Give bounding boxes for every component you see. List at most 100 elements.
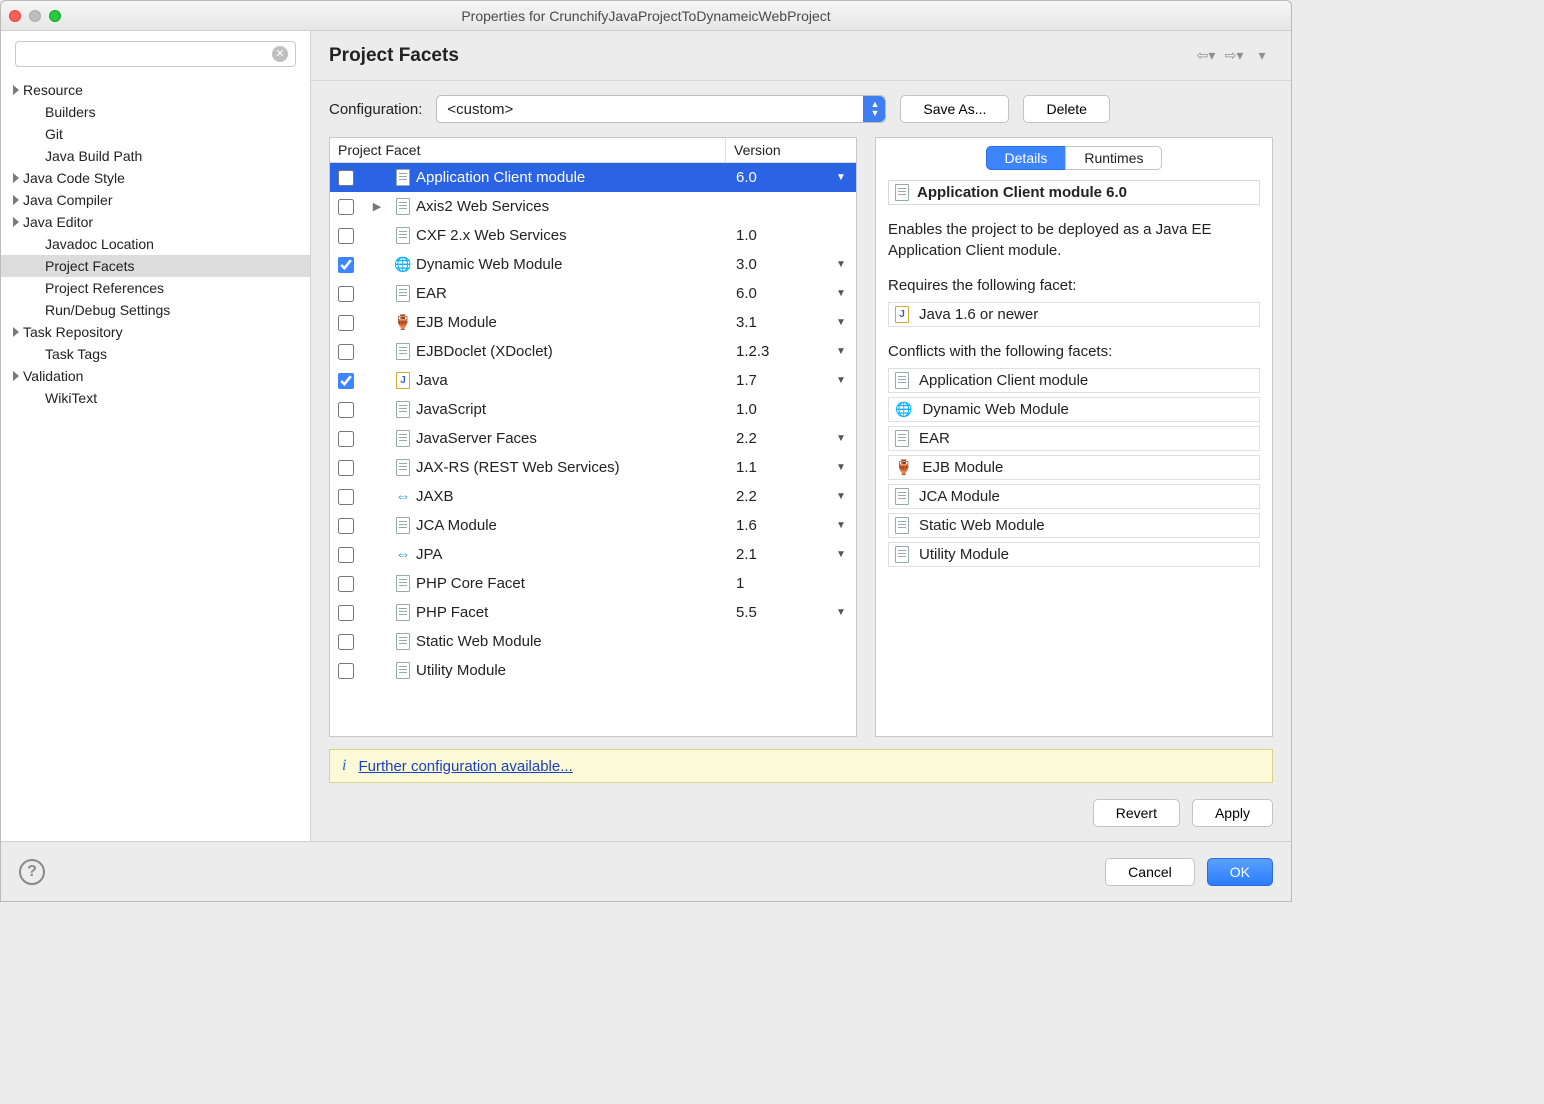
delete-button[interactable]: Delete [1023,95,1109,123]
cancel-button[interactable]: Cancel [1105,858,1195,886]
minimize-window-button[interactable] [29,10,41,22]
column-version[interactable]: Version [726,138,856,162]
apply-button[interactable]: Apply [1192,799,1273,827]
facet-row[interactable]: Application Client module6.0▼ [330,163,856,192]
version-dropdown-icon[interactable]: ▼ [826,607,856,618]
facet-row[interactable]: ⇔JAXB2.2▼ [330,482,856,511]
disclosure-triangle-icon[interactable] [13,217,19,227]
sidebar-search-input[interactable] [15,41,296,67]
version-dropdown-icon[interactable]: ▼ [826,520,856,531]
view-menu-icon[interactable]: ▾ [1251,47,1273,64]
facet-row[interactable]: JCA Module1.6▼ [330,511,856,540]
facet-row[interactable]: EAR6.0▼ [330,279,856,308]
facet-checkbox[interactable] [338,547,354,563]
version-dropdown-icon[interactable]: ▼ [826,259,856,270]
tab-details[interactable]: Details [986,146,1066,170]
facet-row[interactable]: CXF 2.x Web Services1.0 [330,221,856,250]
version-dropdown-icon[interactable]: ▼ [826,491,856,502]
facet-checkbox[interactable] [338,489,354,505]
sidebar-item[interactable]: Java Editor [1,211,310,233]
disclosure-triangle-icon[interactable] [13,327,19,337]
configuration-select[interactable]: <custom> ▲▼ [436,95,886,123]
facet-row[interactable]: 🌐Dynamic Web Module3.0▼ [330,250,856,279]
nav-back-icon[interactable]: ⇦▾ [1195,47,1217,64]
facet-checkbox[interactable] [338,373,354,389]
version-dropdown-icon[interactable]: ▼ [826,346,856,357]
nav-forward-icon[interactable]: ⇨▾ [1223,47,1245,64]
facet-checkbox[interactable] [338,634,354,650]
list-item: Static Web Module [888,513,1260,538]
facet-version: 1.0 [736,227,826,244]
facet-version: 2.1 [736,546,826,563]
facet-checkbox[interactable] [338,431,354,447]
zoom-window-button[interactable] [49,10,61,22]
facet-checkbox[interactable] [338,286,354,302]
version-dropdown-icon[interactable]: ▼ [826,317,856,328]
tab-runtimes[interactable]: Runtimes [1065,146,1162,170]
disclosure-triangle-icon[interactable] [13,195,19,205]
facet-version: 2.2 [736,488,826,505]
sidebar-item[interactable]: Project References [1,277,310,299]
facet-row[interactable]: PHP Facet5.5▼ [330,598,856,627]
facet-row[interactable]: ⇔JPA2.1▼ [330,540,856,569]
facet-row[interactable]: ▶Axis2 Web Services [330,192,856,221]
sidebar-item[interactable]: Java Compiler [1,189,310,211]
facet-checkbox[interactable] [338,460,354,476]
sidebar-item[interactable]: Validation [1,365,310,387]
expand-icon[interactable]: ▶ [362,200,392,213]
version-dropdown-icon[interactable]: ▼ [826,549,856,560]
further-config-link[interactable]: Further configuration available... [358,758,572,775]
sidebar-item[interactable]: Project Facets [1,255,310,277]
close-window-button[interactable] [9,10,21,22]
disclosure-triangle-icon[interactable] [13,85,19,95]
version-dropdown-icon[interactable]: ▼ [826,462,856,473]
sidebar-item[interactable]: Resource [1,79,310,101]
facet-row[interactable]: JavaServer Faces2.2▼ [330,424,856,453]
sidebar-item[interactable]: Javadoc Location [1,233,310,255]
version-dropdown-icon[interactable]: ▼ [826,172,856,183]
sidebar-item[interactable]: Task Repository [1,321,310,343]
facet-row[interactable]: Static Web Module [330,627,856,656]
version-dropdown-icon[interactable]: ▼ [826,375,856,386]
facet-checkbox[interactable] [338,605,354,621]
facet-row[interactable]: Java1.7▼ [330,366,856,395]
facet-name: Utility Module [414,662,736,679]
sidebar-item[interactable]: Task Tags [1,343,310,365]
revert-button[interactable]: Revert [1093,799,1180,827]
version-dropdown-icon[interactable]: ▼ [826,433,856,444]
facet-checkbox[interactable] [338,576,354,592]
facet-row[interactable]: 🏺EJB Module3.1▼ [330,308,856,337]
sidebar-item-label: Task Repository [23,324,123,340]
disclosure-triangle-icon[interactable] [13,371,19,381]
help-button[interactable]: ? [19,859,45,885]
disclosure-triangle-icon[interactable] [13,173,19,183]
ok-button[interactable]: OK [1207,858,1273,886]
sidebar-item[interactable]: Java Code Style [1,167,310,189]
facet-checkbox[interactable] [338,170,354,186]
facet-checkbox[interactable] [338,315,354,331]
facet-checkbox[interactable] [338,663,354,679]
facet-checkbox[interactable] [338,402,354,418]
facet-checkbox[interactable] [338,344,354,360]
facet-row[interactable]: JAX-RS (REST Web Services)1.1▼ [330,453,856,482]
sidebar-item[interactable]: Run/Debug Settings [1,299,310,321]
facet-version: 1.0 [736,401,826,418]
category-sidebar: ✕ ResourceBuildersGitJava Build PathJava… [1,31,311,841]
facet-checkbox[interactable] [338,228,354,244]
sidebar-item[interactable]: Git [1,123,310,145]
facet-row[interactable]: Utility Module [330,656,856,685]
sidebar-item[interactable]: WikiText [1,387,310,409]
facet-row[interactable]: PHP Core Facet1 [330,569,856,598]
save-as-button[interactable]: Save As... [900,95,1009,123]
facet-checkbox[interactable] [338,199,354,215]
facet-row[interactable]: EJBDoclet (XDoclet)1.2.3▼ [330,337,856,366]
sidebar-item[interactable]: Java Build Path [1,145,310,167]
facet-row[interactable]: JavaScript1.0 [330,395,856,424]
column-facet[interactable]: Project Facet [330,138,726,162]
sidebar-item[interactable]: Builders [1,101,310,123]
facet-checkbox[interactable] [338,518,354,534]
version-dropdown-icon[interactable]: ▼ [826,288,856,299]
facet-name: JavaScript [414,401,736,418]
facet-checkbox[interactable] [338,257,354,273]
clear-search-icon[interactable]: ✕ [272,46,288,62]
